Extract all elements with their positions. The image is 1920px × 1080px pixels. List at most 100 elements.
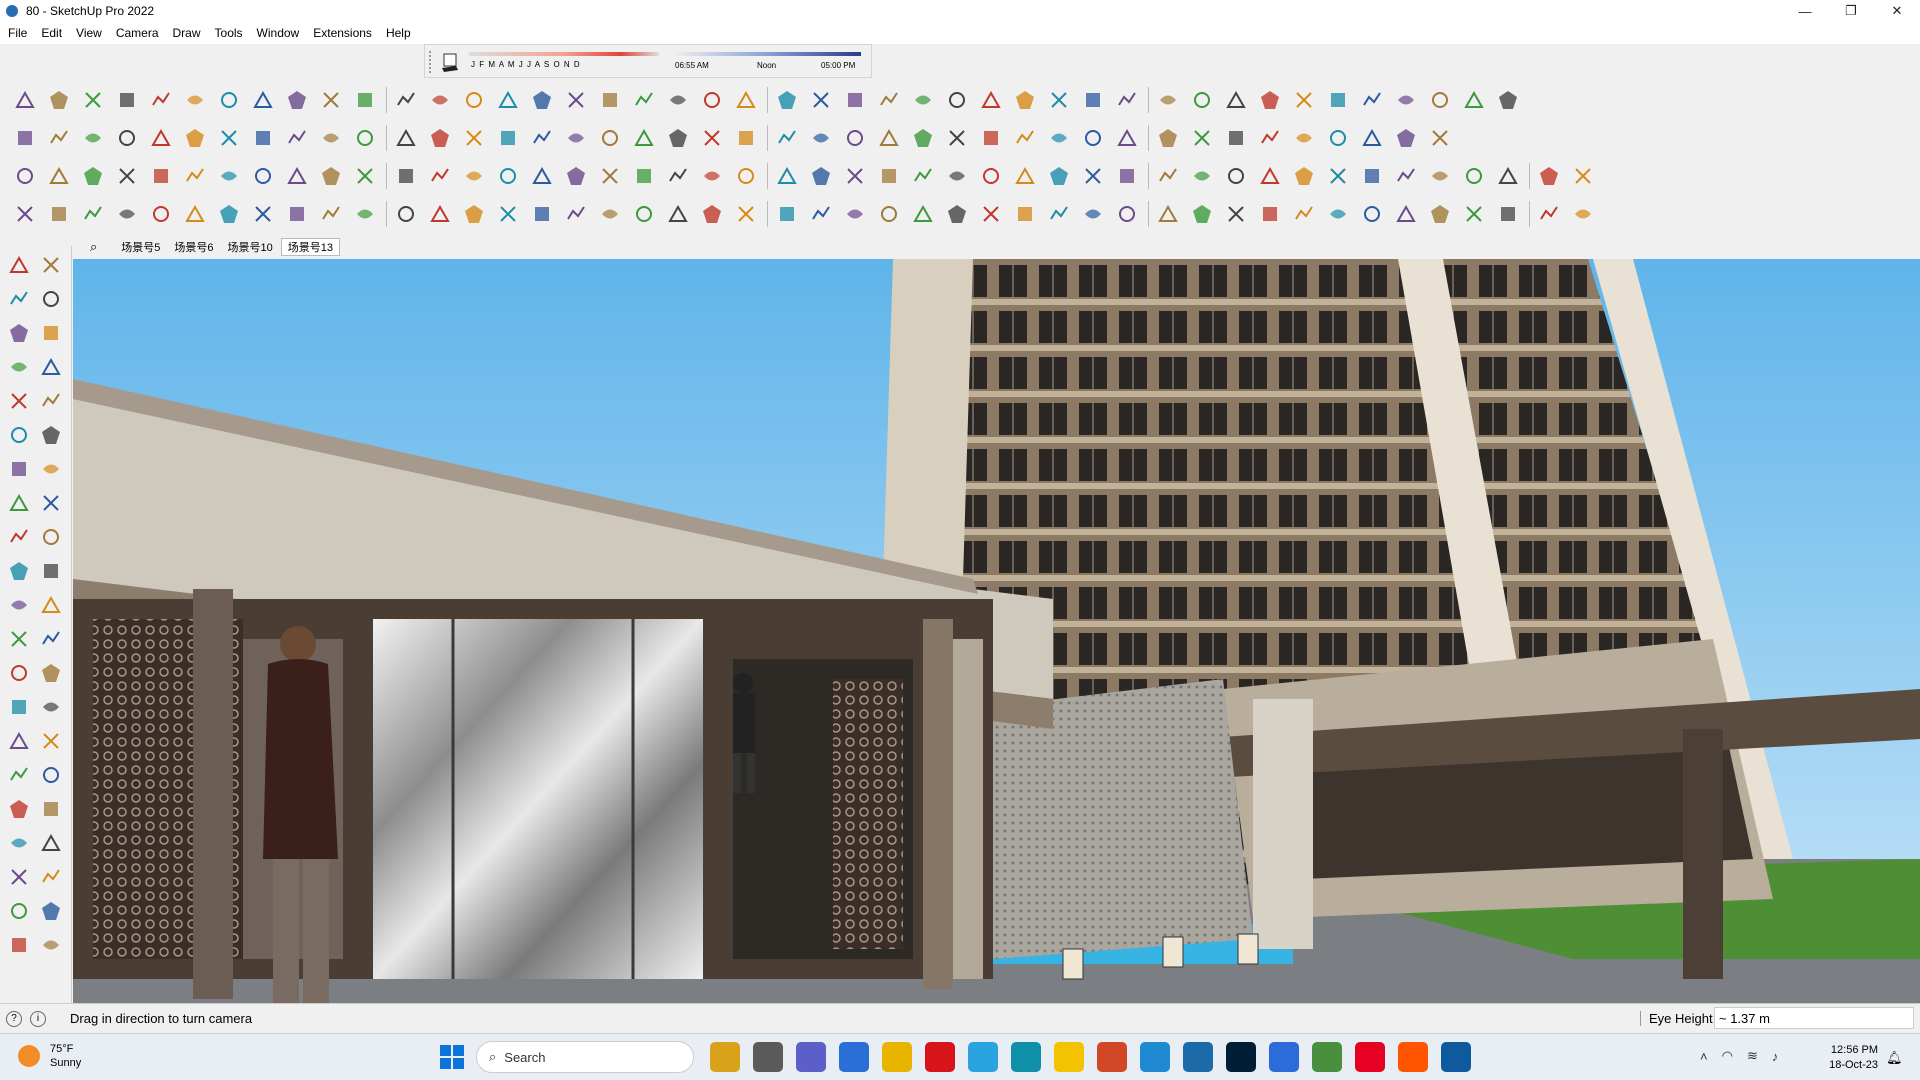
main-tool-icon[interactable]	[1155, 125, 1181, 151]
extension-tool-icon[interactable]	[1291, 201, 1317, 227]
large-tool-icon[interactable]	[38, 694, 64, 720]
draw-tool-icon[interactable]	[774, 87, 800, 113]
draw-tool-icon[interactable]	[529, 87, 555, 113]
draw-tool-icon[interactable]	[808, 87, 834, 113]
view-tool-icon[interactable]	[393, 163, 419, 189]
draw-tool-icon[interactable]	[1325, 87, 1351, 113]
view-tool-icon[interactable]	[80, 163, 106, 189]
view-tool-icon[interactable]	[148, 163, 174, 189]
view-tool-icon[interactable]	[1189, 163, 1215, 189]
main-tool-icon[interactable]	[148, 125, 174, 151]
draw-tool-icon[interactable]	[910, 87, 936, 113]
extension-tool-icon[interactable]	[978, 201, 1004, 227]
view-tool-icon[interactable]	[284, 163, 310, 189]
sketchup-icon[interactable]	[1183, 1042, 1213, 1072]
large-tool-icon[interactable]	[6, 524, 32, 550]
large-tool-icon[interactable]	[38, 456, 64, 482]
main-tool-icon[interactable]	[699, 125, 725, 151]
maximize-button[interactable]: ❐	[1828, 0, 1874, 22]
view-tool-icon[interactable]	[1257, 163, 1283, 189]
view-tool-icon[interactable]	[529, 163, 555, 189]
draw-tool-icon[interactable]	[944, 87, 970, 113]
scene-tab[interactable]: 场景号6	[168, 238, 219, 256]
extension-tool-icon[interactable]	[1393, 201, 1419, 227]
geolocation-icon[interactable]: ?	[6, 1010, 22, 1027]
extension-tool-icon[interactable]	[1046, 201, 1072, 227]
draw-tool-icon[interactable]	[393, 87, 419, 113]
main-tool-icon[interactable]	[733, 125, 759, 151]
view-tool-icon[interactable]	[876, 163, 902, 189]
notification-bell-icon[interactable]: 🔔︎	[1886, 1050, 1903, 1066]
menu-edit[interactable]: Edit	[41, 26, 62, 40]
main-tool-icon[interactable]	[876, 125, 902, 151]
extension-tool-icon[interactable]	[1223, 201, 1249, 227]
extension-tool-icon[interactable]	[1359, 201, 1385, 227]
draw-tool-icon[interactable]	[461, 87, 487, 113]
draw-tool-icon[interactable]	[1393, 87, 1419, 113]
extension-tool-icon[interactable]	[284, 201, 310, 227]
large-tool-icon[interactable]	[38, 354, 64, 380]
large-tool-icon[interactable]	[38, 422, 64, 448]
large-tool-icon[interactable]	[6, 558, 32, 584]
main-tool-icon[interactable]	[1046, 125, 1072, 151]
view-tool-icon[interactable]	[1495, 163, 1521, 189]
large-tool-icon[interactable]	[38, 932, 64, 958]
draw-tool-icon[interactable]	[842, 87, 868, 113]
draw-tool-icon[interactable]	[114, 87, 140, 113]
draw-tool-icon[interactable]	[1427, 87, 1453, 113]
extension-tool-icon[interactable]	[1461, 201, 1487, 227]
soundcloud-icon[interactable]	[1398, 1042, 1428, 1072]
view-tool-icon[interactable]	[1080, 163, 1106, 189]
sticky-notes-icon[interactable]	[1054, 1042, 1084, 1072]
large-tool-icon[interactable]	[6, 864, 32, 890]
main-tool-icon[interactable]	[808, 125, 834, 151]
large-tool-icon[interactable]	[6, 830, 32, 856]
view-tool-icon[interactable]	[1393, 163, 1419, 189]
extension-tool-icon[interactable]	[631, 201, 657, 227]
view-tool-icon[interactable]	[250, 163, 276, 189]
view-tool-icon[interactable]	[774, 163, 800, 189]
app-icon[interactable]	[1011, 1042, 1041, 1072]
draw-tool-icon[interactable]	[1080, 87, 1106, 113]
main-tool-icon[interactable]	[774, 125, 800, 151]
main-tool-icon[interactable]	[529, 125, 555, 151]
extension-tool-icon[interactable]	[1536, 201, 1562, 227]
large-tool-icon[interactable]	[38, 626, 64, 652]
extension-tool-icon[interactable]	[1570, 201, 1596, 227]
large-tool-icon[interactable]	[6, 932, 32, 958]
large-tool-icon[interactable]	[38, 320, 64, 346]
large-tool-icon[interactable]	[6, 354, 32, 380]
main-tool-icon[interactable]	[910, 125, 936, 151]
main-tool-icon[interactable]	[1325, 125, 1351, 151]
extension-tool-icon[interactable]	[597, 201, 623, 227]
time-slider[interactable]	[675, 52, 861, 56]
extension-tool-icon[interactable]	[1012, 201, 1038, 227]
extension-tool-icon[interactable]	[216, 201, 242, 227]
extension-tool-icon[interactable]	[80, 201, 106, 227]
extension-tool-icon[interactable]	[808, 201, 834, 227]
main-tool-icon[interactable]	[427, 125, 453, 151]
main-tool-icon[interactable]	[1257, 125, 1283, 151]
main-tool-icon[interactable]	[46, 125, 72, 151]
main-tool-icon[interactable]	[631, 125, 657, 151]
main-tool-icon[interactable]	[80, 125, 106, 151]
large-tool-icon[interactable]	[38, 898, 64, 924]
view-tool-icon[interactable]	[1570, 163, 1596, 189]
draw-tool-icon[interactable]	[1461, 87, 1487, 113]
extension-tool-icon[interactable]	[1495, 201, 1521, 227]
clock[interactable]: 12:56 PM 18-Oct-23	[1822, 1043, 1878, 1073]
view-tool-icon[interactable]	[114, 163, 140, 189]
large-tool-icon[interactable]	[38, 388, 64, 414]
main-tool-icon[interactable]	[978, 125, 1004, 151]
scene-tab[interactable]: 场景号10	[222, 238, 279, 256]
drive-icon[interactable]	[1269, 1042, 1299, 1072]
draw-tool-icon[interactable]	[699, 87, 725, 113]
view-tool-icon[interactable]	[944, 163, 970, 189]
draw-tool-icon[interactable]	[631, 87, 657, 113]
large-tool-icon[interactable]	[38, 286, 64, 312]
large-tool-icon[interactable]	[38, 592, 64, 618]
main-tool-icon[interactable]	[182, 125, 208, 151]
main-tool-icon[interactable]	[1114, 125, 1140, 151]
view-tool-icon[interactable]	[1536, 163, 1562, 189]
view-tool-icon[interactable]	[216, 163, 242, 189]
